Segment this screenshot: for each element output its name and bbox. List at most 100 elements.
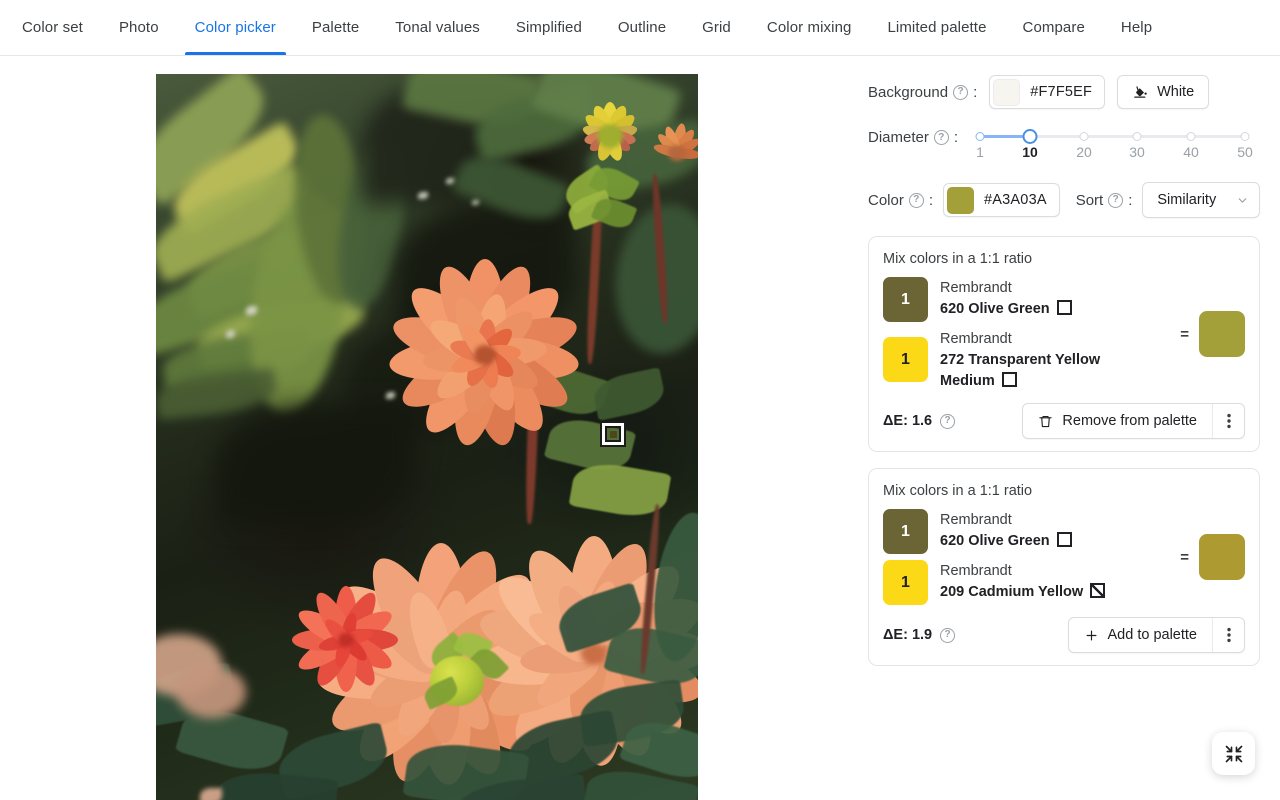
picked-color-chip[interactable]: #A3A03A [943,183,1060,217]
mix-card-1-paints: 1 Rembrandt 620 Olive Green 1 Rembrandt … [883,277,1170,391]
mix-card-1-kebab-menu-icon[interactable] [1212,404,1244,439]
mix-card-2-paint-1-name: 620 Olive Green [940,533,1050,550]
tab-label: Color mixing [766,19,852,36]
color-picker-marker[interactable] [602,423,624,445]
mix-card-2-paint-2-meta: Rembrandt 209 Cadmium Yellow [940,560,1106,603]
background-white-preset-button[interactable]: White [1117,75,1210,109]
mix-card-1-paint-2-brand: Rembrandt [940,331,1012,347]
plus-icon [1084,628,1099,643]
slider-tick-20[interactable] [1079,132,1089,141]
diameter-colon: : [953,129,959,146]
tab-color-set[interactable]: Color set [4,0,101,55]
slider-label-50: 50 [1237,144,1253,160]
reference-photo[interactable] [156,74,698,800]
mix-card-1-paint-row-1[interactable]: 1 Rembrandt 620 Olive Green [883,277,1170,322]
slider-tick-1[interactable] [975,132,985,141]
mix-card-2-paint-row-1[interactable]: 1 Rembrandt 620 Olive Green [883,509,1170,555]
color-picker-panel: Background ? : #F7F5EF White Diameter ? [854,57,1280,800]
mix-card-1-paint-1-brand: Rembrandt [940,280,1012,296]
slider-label-40: 40 [1183,144,1199,160]
mix-card-2-paint-2-parts: 1 [883,560,928,606]
mix-card-1-delta-e-help-icon[interactable]: ? [940,413,956,429]
mix-card-1-body: 1 Rembrandt 620 Olive Green 1 Rembrandt … [883,277,1245,391]
mix-card-1-paint-1-parts: 1 [883,277,928,322]
tab-label: Color set [22,19,83,36]
background-colon: : [973,83,978,101]
background-label: Background [868,83,949,101]
mix-card-1-paint-row-2[interactable]: 1 Rembrandt 272 Transparent Yellow Mediu… [883,328,1170,391]
mix-card-1-paint-2-parts: 1 [883,337,928,383]
sort-help-icon[interactable]: ? [1108,192,1124,208]
tab-compare[interactable]: Compare [1005,0,1103,55]
exit-fullscreen-button[interactable] [1212,732,1255,775]
mix-card-1-equals: = [1180,325,1189,343]
mix-card-2: Mix colors in a 1:1 ratio 1 Rembrandt 62… [868,468,1260,667]
photo-canvas-area[interactable] [0,57,854,800]
diameter-row: Diameter ? : 1 10 20 30 40 50 [868,124,1260,160]
tab-photo[interactable]: Photo [101,0,177,55]
mix-card-2-delta-e-value: ΔE: 1.9 [883,627,933,644]
mix-card-2-paint-1-meta: Rembrandt 620 Olive Green [940,509,1072,552]
transparent-square-icon [1001,371,1017,387]
slider-tick-40[interactable] [1186,132,1196,141]
color-help-icon[interactable]: ? [908,192,924,208]
picked-color-swatch [947,186,975,214]
slider-label-1: 1 [976,144,984,160]
tab-label: Help [1120,19,1153,36]
mix-card-2-result: = [1170,534,1245,581]
background-hex-value: #F7F5EF [1030,84,1093,100]
mix-card-2-footer: ΔE: 1.9 ? Add to palette [883,617,1245,654]
photo-flower-red-center [286,580,406,700]
remove-from-palette-button[interactable]: Remove from palette [1023,404,1212,438]
tab-outline[interactable]: Outline [600,0,684,55]
tab-palette[interactable]: Palette [294,0,377,55]
slider-thumb[interactable] [1022,129,1038,144]
mix-card-1-paint-1-name: 620 Olive Green [940,301,1050,318]
mix-card-1-paint-1-meta: Rembrandt 620 Olive Green [940,277,1072,320]
chevron-down-icon [1236,194,1249,207]
picked-color-hex-value: #A3A03A [984,192,1047,208]
color-label: Color [868,191,904,209]
add-to-palette-button[interactable]: Add to palette [1069,618,1213,652]
slider-label-30: 30 [1129,144,1145,160]
color-label-group: Color ? : [868,192,933,209]
diameter-help-icon[interactable]: ? [933,130,949,145]
semi-transparent-square-icon [1090,583,1106,599]
tab-label: Photo [118,19,159,36]
collapse-fullscreen-icon [1224,744,1244,764]
background-label-group: Background ? : [868,84,977,101]
mix-card-2-paint-1-parts: 1 [883,509,928,555]
mix-card-1: Mix colors in a 1:1 ratio 1 Rembrandt 62… [868,236,1260,453]
slider-label-10: 10 [1022,144,1038,160]
sort-label: Sort [1075,191,1104,209]
tab-simplified[interactable]: Simplified [498,0,600,55]
sort-label-group: Sort ? : [1076,192,1133,209]
sort-select[interactable]: Similarity [1142,182,1260,218]
tab-tonal-values[interactable]: Tonal values [377,0,498,55]
tab-help[interactable]: Help [1103,0,1170,55]
mix-card-1-delta-e: ΔE: 1.6 ? [883,413,956,429]
slider-tick-50[interactable] [1240,132,1250,141]
mix-card-1-result-swatch[interactable] [1199,311,1245,358]
tab-color-mixing[interactable]: Color mixing [749,0,870,55]
mix-card-2-body: 1 Rembrandt 620 Olive Green 1 Rembrandt … [883,509,1245,606]
slider-tick-30[interactable] [1132,132,1142,141]
tab-grid[interactable]: Grid [684,0,749,55]
mix-card-2-result-swatch[interactable] [1199,534,1245,581]
mix-card-2-paint-1-brand: Rembrandt [940,512,1012,529]
sort-select-value: Similarity [1157,192,1217,208]
background-color-chip[interactable]: #F7F5EF [989,75,1106,109]
opaque-square-icon [1056,532,1072,548]
diameter-slider[interactable]: 1 10 20 30 40 50 [972,124,1254,160]
color-colon: : [928,191,934,209]
background-help-icon[interactable]: ? [953,84,969,100]
background-row: Background ? : #F7F5EF White [868,75,1260,109]
mix-card-2-delta-e-help-icon[interactable]: ? [940,627,956,643]
mix-card-2-paint-row-2[interactable]: 1 Rembrandt 209 Cadmium Yellow [883,560,1170,606]
mix-card-1-result: = [1170,311,1245,358]
mix-card-2-kebab-menu-icon[interactable] [1212,618,1244,653]
tab-limited-palette[interactable]: Limited palette [869,0,1004,55]
mix-card-1-footer: ΔE: 1.6 ? Remove from palette [883,403,1245,440]
tab-label: Palette [311,19,360,36]
tab-color-picker[interactable]: Color picker [177,0,294,55]
